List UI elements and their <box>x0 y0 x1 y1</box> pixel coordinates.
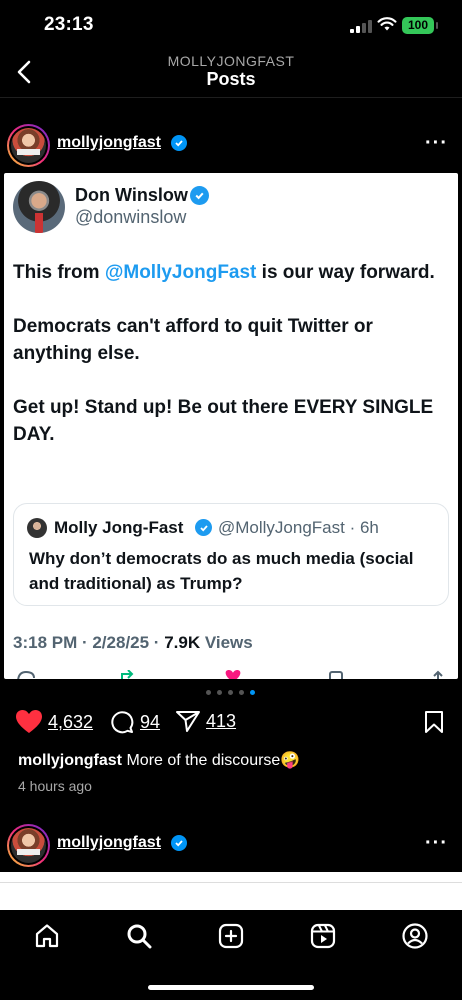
tweet-like-icon <box>222 670 244 679</box>
carousel-dot <box>217 690 222 695</box>
carousel-dot <box>206 690 211 695</box>
carousel-dot <box>228 690 233 695</box>
battery-icon: 100 <box>402 17 438 34</box>
plus-square-icon <box>218 923 244 949</box>
status-time: 23:13 <box>44 14 94 35</box>
home-indicator <box>148 985 314 990</box>
like-count[interactable]: 4,632 <box>48 712 93 733</box>
signal-icon <box>350 19 372 33</box>
save-button[interactable] <box>424 710 444 734</box>
avatar[interactable] <box>7 124 50 167</box>
next-post-header: mollyjongfast ··· <box>0 818 462 870</box>
post-actions: 4,632 94 413 <box>0 710 462 740</box>
bookmark-icon <box>425 711 443 733</box>
bottom-tab-bar <box>0 910 462 1000</box>
tab-home[interactable] <box>33 922 61 950</box>
quote-verified-icon <box>195 519 212 536</box>
caption-text: More of the discourse <box>122 752 281 769</box>
home-icon <box>35 924 59 948</box>
header-subtitle: MOLLYJONGFAST <box>167 53 295 69</box>
tab-create[interactable] <box>217 922 245 950</box>
post-caption: mollyjongfast More of the discourse🤪 <box>18 750 448 770</box>
tab-search[interactable] <box>125 922 153 950</box>
share-count[interactable]: 413 <box>206 711 236 732</box>
comment-icon <box>111 711 134 734</box>
tweet-verified-icon <box>190 186 209 205</box>
post-timestamp: 4 hours ago <box>18 778 92 794</box>
avatar[interactable] <box>7 824 50 867</box>
quote-avatar <box>27 518 47 538</box>
page-title: Posts <box>206 69 256 89</box>
tweet-meta: 3:18 PM · 2/28/25 · 7.9K Views <box>13 633 253 652</box>
tweet-body: This from @MollyJongFast is our way forw… <box>13 262 435 445</box>
tweet-author-name: Don Winslow <box>75 185 188 205</box>
tab-reels[interactable] <box>309 922 337 950</box>
like-button[interactable]: 4,632 <box>16 710 93 734</box>
more-options-icon[interactable]: ··· <box>425 132 448 155</box>
post-username[interactable]: mollyjongfast <box>57 134 161 152</box>
verified-icon <box>171 135 187 151</box>
post-image[interactable]: Don Winslow @donwinslow This from @Molly… <box>4 173 458 679</box>
carousel-dot-active <box>250 690 255 695</box>
verified-icon <box>171 835 187 851</box>
heart-icon <box>16 710 42 733</box>
status-bar: 23:13 100 <box>0 0 462 50</box>
caption-username[interactable]: mollyjongfast <box>18 752 122 769</box>
send-icon <box>176 711 200 732</box>
quote-author-handle: @MollyJongFast · 6h <box>218 518 379 537</box>
wifi-icon <box>377 17 397 31</box>
caption-emoji: 🤪 <box>280 752 301 769</box>
profile-icon <box>402 923 428 949</box>
post-header: mollyjongfast ··· <box>0 118 462 170</box>
quoted-tweet: Molly Jong-Fast @MollyJongFast · 6h Why … <box>13 503 449 606</box>
carousel-dot <box>239 690 244 695</box>
tweet-avatar <box>13 181 65 233</box>
quote-author-name: Molly Jong-Fast <box>54 518 184 537</box>
tweet-bookmark-icon <box>328 670 344 679</box>
search-icon <box>127 924 152 949</box>
tweet-reply-icon <box>16 670 36 679</box>
reels-icon <box>310 923 336 949</box>
next-post-username[interactable]: mollyjongfast <box>57 834 161 852</box>
tab-profile[interactable] <box>401 922 429 950</box>
more-options-icon[interactable]: ··· <box>425 832 448 855</box>
tweet-mention: @MollyJongFast <box>104 262 257 283</box>
next-post-image[interactable] <box>0 872 462 912</box>
tweet-author-handle: @donwinslow <box>75 207 187 227</box>
carousel-indicator <box>206 690 255 695</box>
quote-text: Why don’t democrats do as much media (so… <box>29 549 414 593</box>
share-button[interactable]: 413 <box>176 710 236 732</box>
comment-count[interactable]: 94 <box>140 712 160 733</box>
page-header: MOLLYJONGFAST Posts <box>0 50 462 98</box>
tweet-retweet-icon <box>118 670 142 679</box>
comment-button[interactable]: 94 <box>110 710 160 734</box>
tweet-share-icon <box>430 670 446 679</box>
